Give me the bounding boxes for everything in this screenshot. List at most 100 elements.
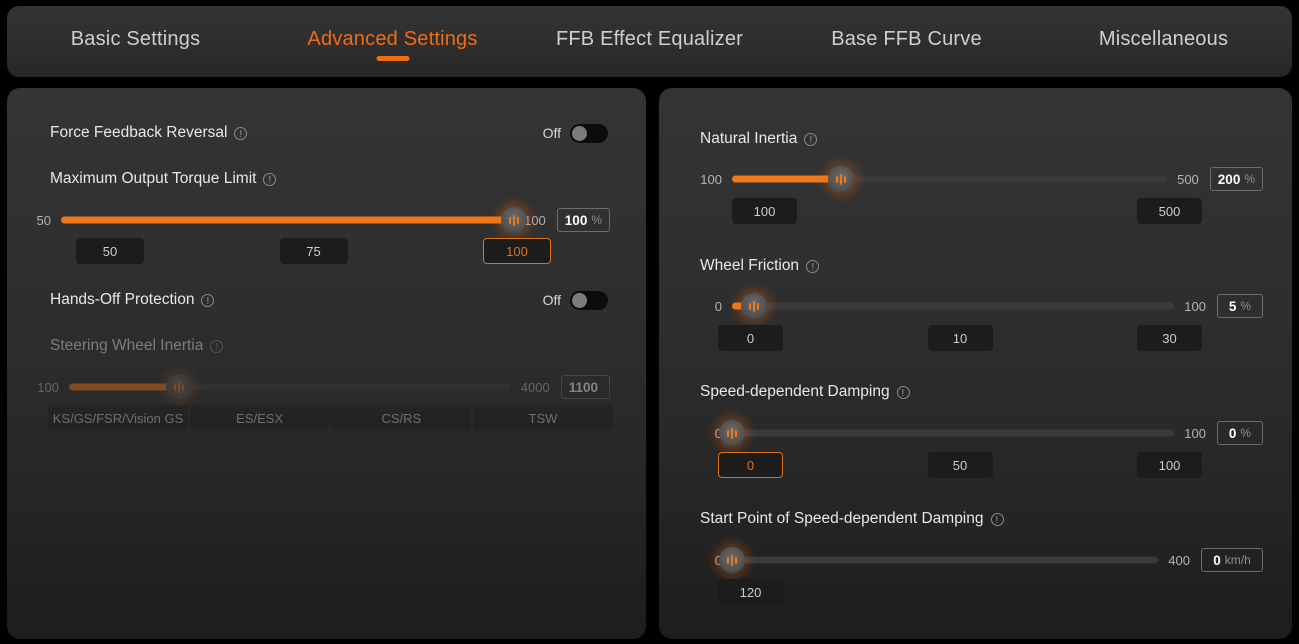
thumb-bar [182, 383, 185, 391]
thumb-bar [843, 175, 846, 183]
slider-steering-wheel-inertia: 100 4000 1100 [15, 374, 610, 400]
thumb-bar [513, 214, 516, 226]
force-feedback-reversal-toggle[interactable] [570, 123, 608, 143]
value-text: 200 [1217, 171, 1241, 187]
setting-header: Maximum Output Torque Limit [50, 168, 608, 190]
right-settings-panel: Natural Inertia 100 500 200 % 100 500 Wh… [659, 88, 1292, 639]
slider-track [732, 556, 1159, 564]
app-root: Basic Settings Advanced Settings FFB Eff… [0, 0, 1299, 644]
thumb-bar [749, 302, 752, 310]
slider-track-area[interactable] [69, 374, 511, 400]
slider-min-label: 0 [714, 298, 722, 314]
slider-track-area[interactable] [732, 166, 1168, 192]
value-text: 0 [1228, 425, 1237, 441]
slider-fill [69, 383, 180, 391]
thumb-bar [839, 173, 842, 185]
tab-base-ffb-curve[interactable]: Base FFB Curve [778, 6, 1035, 51]
value-input-speed-dependent-damping[interactable]: 0 % [1217, 421, 1263, 445]
thumb-bar [727, 429, 729, 437]
preset-button[interactable]: 50 [927, 452, 993, 478]
tab-label: Miscellaneous [1098, 28, 1229, 50]
preset-button[interactable]: KS/GS/FSR/Vision GS [48, 405, 188, 431]
preset-button[interactable]: 100 [732, 198, 797, 224]
preset-button[interactable]: 50 [76, 238, 144, 264]
presets-natural-inertia: 100 500 [732, 198, 1202, 224]
setting-force-feedback-reversal: Force Feedback Reversal Off [50, 122, 608, 144]
thumb-bar [517, 216, 520, 224]
info-circle-icon[interactable] [234, 126, 248, 140]
slider-track-area[interactable] [61, 207, 528, 233]
preset-button[interactable]: 120 [718, 579, 783, 605]
tab-label: Basic Settings [70, 28, 201, 50]
setting-title: Steering Wheel Inertia [50, 337, 204, 354]
toggle-group: Off [543, 290, 608, 310]
preset-button-selected[interactable]: 100 [483, 238, 551, 264]
value-unit: km/h [1224, 553, 1251, 567]
slider-thumb[interactable] [166, 374, 193, 400]
setting-header: Natural Inertia [700, 128, 1262, 150]
thumb-bar [174, 383, 177, 391]
preset-button[interactable]: 30 [1137, 325, 1202, 351]
tab-miscellaneous[interactable]: Miscellaneous [1035, 6, 1292, 51]
tab-label: Advanced Settings [307, 28, 478, 50]
slider-track [732, 429, 1175, 437]
slider-min-label: 100 [37, 379, 59, 395]
info-circle-icon[interactable] [201, 293, 215, 307]
preset-button[interactable]: 75 [279, 238, 348, 264]
preset-button[interactable]: 10 [927, 325, 993, 351]
info-circle-icon[interactable] [804, 132, 818, 146]
setting-maximum-output-torque-limit: Maximum Output Torque Limit [50, 168, 608, 190]
toggle-knob [572, 292, 587, 308]
value-input-natural-inertia[interactable]: 200 % [1209, 167, 1263, 191]
slider-row: 100 500 200 % [692, 166, 1263, 192]
setting-title: Maximum Output Torque Limit [50, 170, 257, 187]
slider-wheel-friction: 0 100 5 % [692, 293, 1263, 319]
setting-title: Speed-dependent Damping [700, 383, 890, 400]
info-circle-icon[interactable] [990, 512, 1004, 526]
slider-thumb[interactable] [501, 207, 528, 233]
setting-speed-dependent-damping: Speed-dependent Damping [700, 381, 1262, 403]
thumb-bar [757, 302, 760, 310]
slider-speed-dependent-damping: 0 100 0 % [692, 420, 1263, 446]
value-input-maximum-output-torque-limit[interactable]: 100 % [556, 208, 610, 232]
info-circle-icon[interactable] [210, 339, 224, 353]
preset-button[interactable]: 0 [718, 325, 783, 351]
slider-min-label: 0 [692, 553, 722, 568]
slider-thumb[interactable] [741, 293, 768, 319]
slider-track-area[interactable] [732, 293, 1175, 319]
value-input-steering-wheel-inertia[interactable]: 1100 [560, 375, 610, 399]
toggle-state-label: Off [542, 125, 561, 141]
tab-ffb-effect-equalizer[interactable]: FFB Effect Equalizer [521, 6, 778, 51]
preset-button[interactable]: ES/ESX [189, 405, 330, 431]
slider-row: 0 100 5 % [692, 293, 1263, 319]
tab-basic-settings[interactable]: Basic Settings [7, 6, 264, 51]
slider-track-area[interactable] [719, 547, 1159, 573]
preset-button[interactable]: CS/RS [331, 405, 472, 431]
preset-button-selected[interactable]: 0 [718, 452, 783, 478]
slider-thumb[interactable] [719, 547, 745, 573]
setting-title: Wheel Friction [700, 257, 800, 274]
info-circle-icon[interactable] [896, 385, 910, 399]
info-circle-icon[interactable] [263, 172, 277, 186]
value-input-wheel-friction[interactable]: 5 % [1217, 294, 1263, 318]
setting-title: Natural Inertia [700, 130, 798, 147]
slider-thumb[interactable] [719, 420, 745, 446]
slider-fill [61, 216, 515, 224]
setting-title: Hands-Off Protection [50, 291, 195, 308]
info-circle-icon[interactable] [806, 259, 820, 273]
tab-label: FFB Effect Equalizer [555, 28, 744, 50]
preset-button[interactable]: 100 [1137, 452, 1202, 478]
setting-natural-inertia: Natural Inertia [700, 128, 1262, 150]
presets-start-point-of-speed-dependent-damping: 120 [718, 579, 1292, 605]
preset-button[interactable]: 500 [1137, 198, 1202, 224]
setting-steering-wheel-inertia: Steering Wheel Inertia [50, 335, 608, 357]
presets-speed-dependent-damping: 0 50 100 [718, 452, 1202, 478]
slider-thumb[interactable] [827, 166, 854, 192]
setting-title: Force Feedback Reversal [50, 124, 228, 141]
preset-button[interactable]: TSW [472, 405, 613, 431]
tab-advanced-settings[interactable]: Advanced Settings [264, 6, 521, 61]
hands-off-protection-toggle[interactable] [570, 290, 608, 310]
slider-max-label: 100 [1184, 298, 1206, 314]
slider-track-area[interactable] [719, 420, 1175, 446]
value-input-start-point-of-speed-dependent-damping[interactable]: 0 km/h [1201, 548, 1263, 572]
